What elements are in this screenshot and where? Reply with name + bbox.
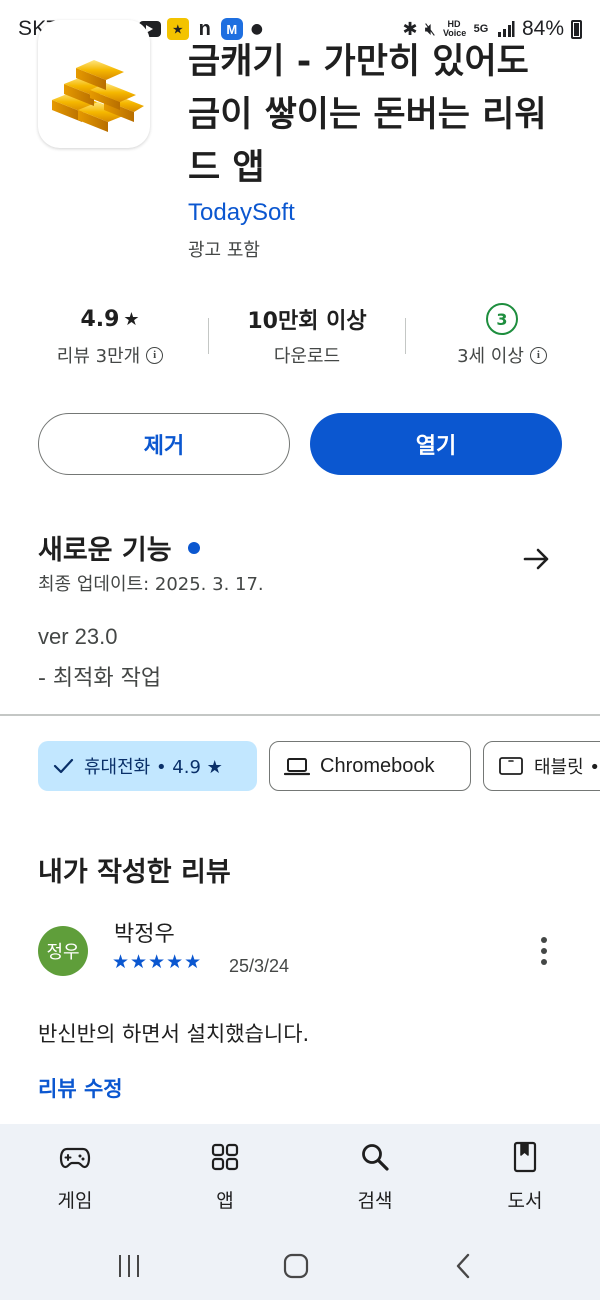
release-notes: - 최적화 작업 <box>38 666 162 691</box>
check-icon <box>53 758 74 774</box>
recent-apps-icon <box>119 1255 139 1277</box>
edit-review-link[interactable]: 리뷰 수정 <box>38 1073 123 1103</box>
nav-books[interactable]: 도서 <box>450 1124 600 1232</box>
system-navigation-bar <box>0 1232 600 1300</box>
downloads-value: 10만회 이상 <box>247 309 367 334</box>
app-icon[interactable] <box>38 20 150 148</box>
nav-apps[interactable]: 앱 <box>150 1124 300 1232</box>
rating-value-row: 4.9 ★ <box>15 300 205 338</box>
book-icon <box>513 1141 537 1173</box>
stat-divider <box>208 318 209 354</box>
more-notifications-icon: ● <box>250 21 263 37</box>
last-updated: 최종 업데이트: 2025. 3. 17. <box>38 574 264 595</box>
info-icon[interactable]: i <box>146 346 164 364</box>
home-icon <box>283 1253 309 1279</box>
chip-chromebook[interactable]: Chromebook <box>269 741 471 791</box>
age-rating-badge: 3 <box>486 303 518 335</box>
chip-tablet[interactable]: 태블릿 • <box>483 741 600 791</box>
version-text: ver 23.0 <box>38 624 118 649</box>
chip-chromebook-label: Chromebook <box>320 754 435 777</box>
developer-link[interactable]: TodaySoft <box>188 199 295 227</box>
section-divider <box>0 714 600 716</box>
arrow-right-icon[interactable] <box>520 542 554 576</box>
recent-apps-button[interactable] <box>109 1246 149 1286</box>
bottom-navigation: 게임 앱 검색 도서 <box>0 1124 600 1232</box>
nav-games[interactable]: 게임 <box>0 1124 150 1232</box>
apps-grid-icon <box>211 1143 239 1171</box>
gamepad-icon <box>59 1147 91 1169</box>
app-stats: 4.9 ★ 리뷰 3만개 i 10만회 이상 다운로드 3 3세 이상 i <box>0 300 600 380</box>
kb-bank-icon: ★ <box>166 18 189 40</box>
nav-search[interactable]: 검색 <box>300 1124 450 1232</box>
chip-phone[interactable]: 휴대전화 • 4.9 ★ <box>38 741 257 791</box>
downloads-label: 다운로드 <box>273 346 341 367</box>
chip-tablet-label: 태블릿 • <box>534 757 600 778</box>
reviews-count: 리뷰 3만개 <box>56 346 141 367</box>
battery-icon <box>571 19 582 39</box>
nav-search-label: 검색 <box>357 1190 393 1212</box>
age-rating-stat[interactable]: 3 3세 이상 i <box>407 300 597 368</box>
rating-stat[interactable]: 4.9 ★ 리뷰 3만개 i <box>15 300 205 368</box>
reviews-count-row: 리뷰 3만개 i <box>15 342 205 368</box>
uninstall-button[interactable]: 제거 <box>38 413 290 475</box>
nav-apps-label: 앱 <box>216 1190 234 1212</box>
age-rating-badge-row: 3 <box>407 300 597 338</box>
my-review-title: 내가 작성한 리뷰 <box>38 857 231 888</box>
new-indicator-dot <box>187 541 200 554</box>
age-rating-row: 3세 이상 i <box>407 342 597 368</box>
review-text: 반신반의 하면서 설치했습니다. <box>38 1022 310 1046</box>
app-title: 금캐기 - 가만히 있어도 금이 쌓이는 돈버는 리워드 앱 <box>188 42 547 188</box>
contains-ads-label: 광고 포함 <box>188 240 260 261</box>
review-stars: ★★★★★ <box>112 951 203 973</box>
rating-value: 4.9 <box>80 306 120 332</box>
whats-new-header[interactable]: 새로운 기능 <box>38 528 200 567</box>
whats-new-title: 새로운 기능 <box>38 535 172 566</box>
laptop-icon <box>284 758 310 776</box>
review-date: 25/3/24 <box>229 956 290 976</box>
back-button[interactable] <box>444 1246 484 1286</box>
nav-games-label: 게임 <box>57 1190 93 1212</box>
star-icon: ★ <box>123 308 140 330</box>
network-5g-icon: 5G <box>473 22 489 35</box>
back-chevron-icon <box>456 1253 470 1279</box>
info-icon[interactable]: i <box>529 346 547 364</box>
stat-divider <box>405 318 406 354</box>
tablet-icon <box>499 757 523 775</box>
downloads-stat: 10만회 이상 다운로드 <box>212 300 402 368</box>
home-button[interactable] <box>276 1246 316 1286</box>
open-button[interactable]: 열기 <box>310 413 562 475</box>
gold-bars-icon <box>52 60 144 132</box>
avatar: 정우 <box>38 926 88 976</box>
more-options-icon[interactable] <box>530 934 558 968</box>
nav-books-label: 도서 <box>507 1190 543 1212</box>
age-rating-label: 3세 이상 <box>457 346 524 367</box>
search-icon <box>362 1144 389 1171</box>
chip-phone-label: 휴대전화 • 4.9 ★ <box>84 757 223 778</box>
reviewer-name: 박정우 <box>114 922 175 947</box>
